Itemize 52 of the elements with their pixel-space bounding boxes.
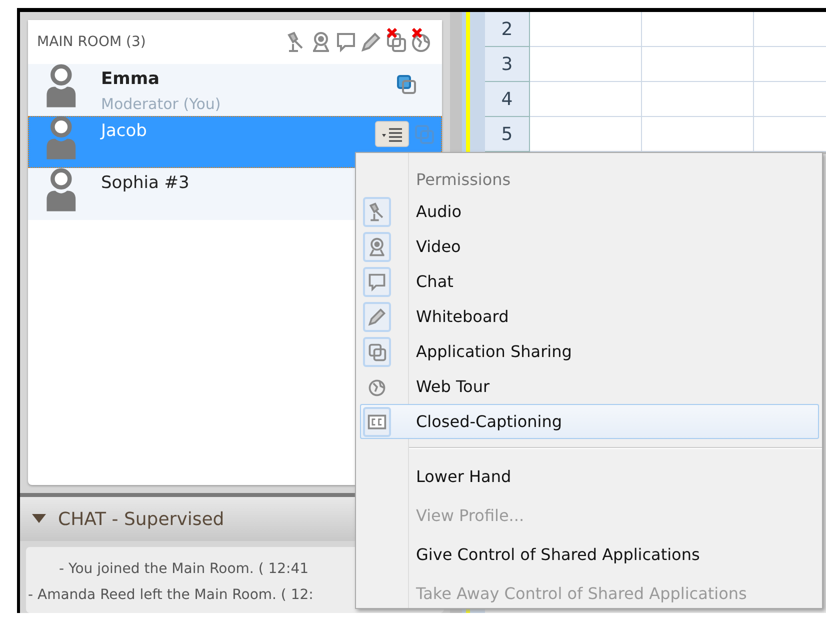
expand-triangle-icon <box>32 514 46 524</box>
globe-icon[interactable] <box>410 31 432 53</box>
pencil-icon <box>367 306 387 326</box>
menu-item[interactable]: Closed-Captioning <box>360 404 819 439</box>
blocked-x-icon <box>387 28 397 38</box>
chat-title: CHAT - Supervised <box>58 508 224 530</box>
sheet-cell[interactable] <box>642 82 754 117</box>
participant-name: Sophia #3 <box>101 173 190 193</box>
participant-name: Jacob <box>101 121 147 141</box>
menu-item[interactable]: Lower Hand <box>416 457 512 496</box>
permission-toggle[interactable] <box>363 336 391 366</box>
permission-toggle[interactable] <box>363 302 391 332</box>
speech-bubble-icon <box>367 272 387 292</box>
overlapping-windows-icon[interactable] <box>385 31 407 53</box>
menu-item[interactable]: Whiteboard <box>360 299 819 334</box>
overlapping-windows-icon <box>367 342 387 362</box>
sheet-cell[interactable] <box>530 12 642 47</box>
menu-item[interactable]: Application Sharing <box>360 334 819 369</box>
row-number: 5 <box>485 117 530 152</box>
webcam-icon <box>367 236 387 256</box>
row-number: 2 <box>485 12 530 47</box>
chat-message: - You joined the Main Room. ( 12:41 <box>59 561 309 577</box>
participant-role: Moderator (You) <box>101 95 221 113</box>
closed-caption-icon <box>367 412 387 432</box>
sheet-cell[interactable] <box>530 117 642 152</box>
options-menu-button[interactable] <box>375 121 409 147</box>
row-number: 3 <box>485 47 530 82</box>
app-sharing-icon <box>413 123 435 145</box>
chat-message: - Amanda Reed left the Main Room. ( 12: <box>28 587 314 603</box>
room-title: MAIN ROOM (3) <box>37 34 147 50</box>
participant-row[interactable]: Emma Moderator (You) <box>28 64 442 116</box>
permission-toggle[interactable] <box>363 266 391 296</box>
sheet-cell[interactable] <box>642 117 754 152</box>
sheet-cell[interactable] <box>530 47 642 82</box>
participant-name: Emma <box>101 69 161 89</box>
permission-toggle[interactable] <box>363 406 391 436</box>
pencil-icon[interactable] <box>360 31 382 53</box>
app-sharing-icon <box>395 73 417 95</box>
menu-item[interactable]: Video <box>360 229 819 264</box>
globe-icon <box>367 376 387 396</box>
blocked-x-icon <box>412 28 422 38</box>
menu-item[interactable]: Chat <box>360 264 819 299</box>
menu-caret-icon <box>380 126 404 142</box>
permission-toggle[interactable] <box>363 232 391 262</box>
row-number: 4 <box>485 82 530 117</box>
webcam-icon[interactable] <box>310 31 332 53</box>
speech-bubble-icon[interactable] <box>335 31 357 53</box>
sheet-cell[interactable] <box>642 47 754 82</box>
permission-toggle[interactable] <box>363 196 391 226</box>
sheet-cell[interactable] <box>530 82 642 117</box>
menu-item[interactable]: Web Tour <box>360 369 819 404</box>
sheet-cell[interactable] <box>642 12 754 47</box>
